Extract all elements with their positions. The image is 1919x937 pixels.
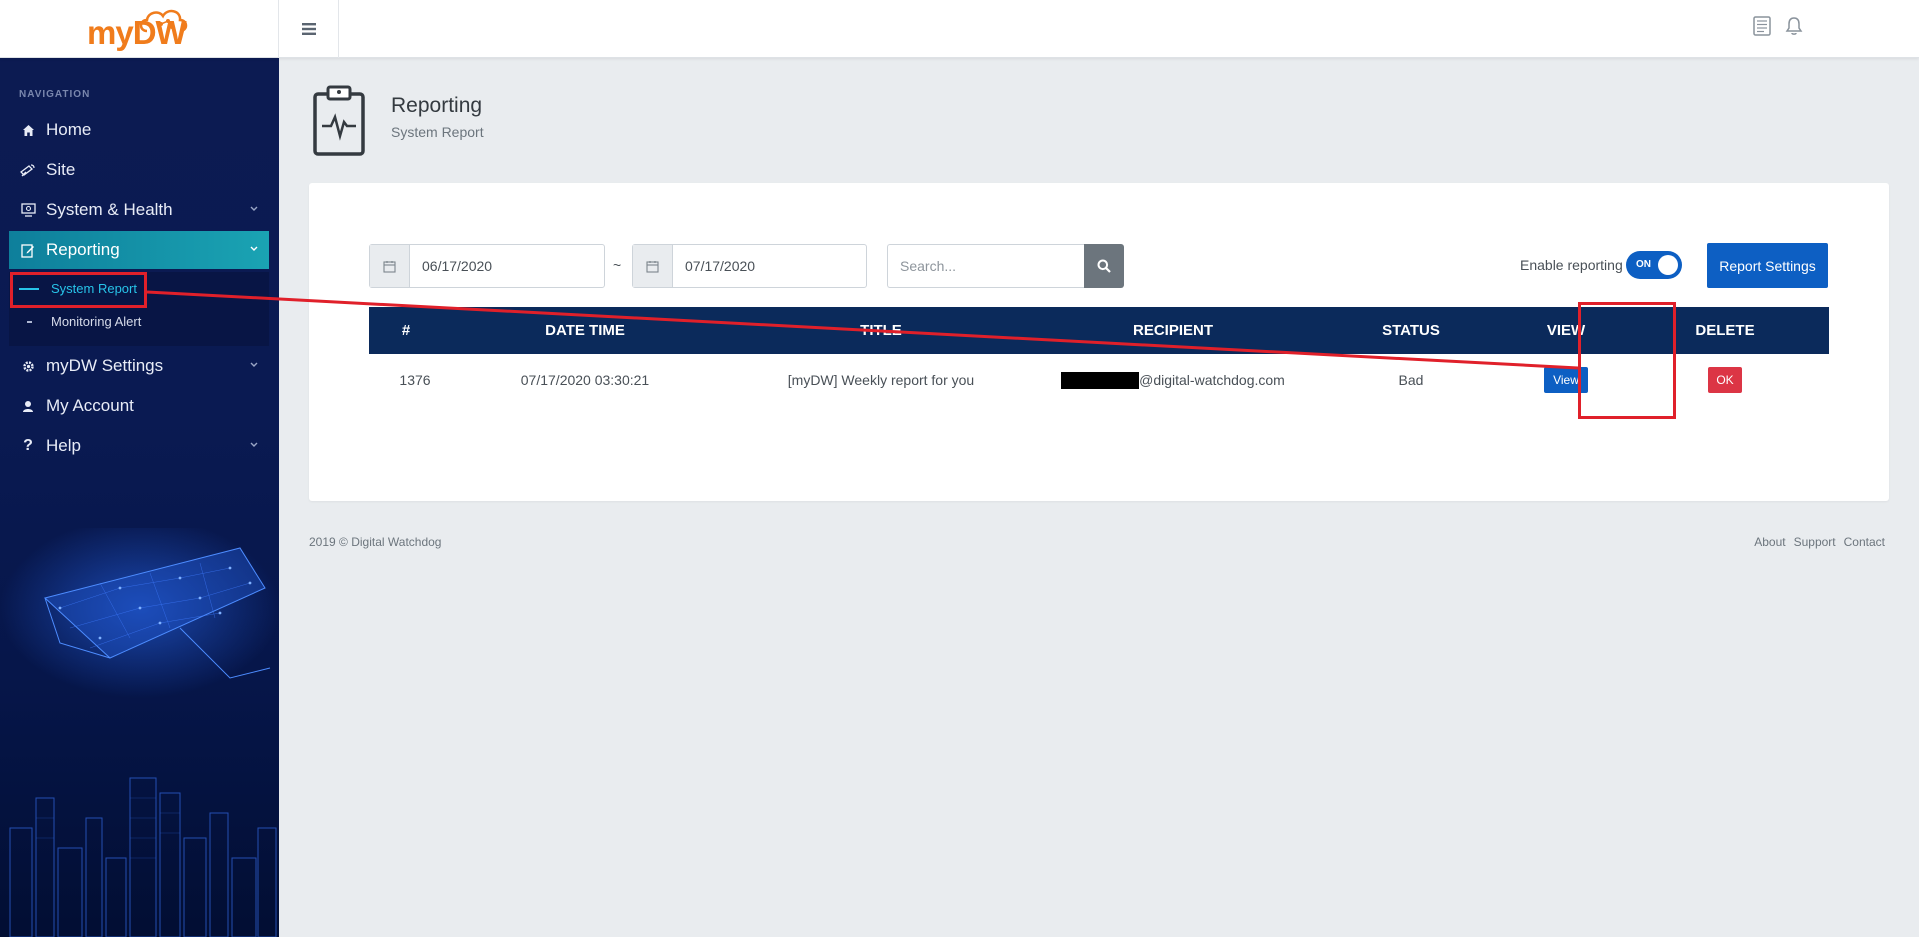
- nav-heading: NAVIGATION: [19, 89, 91, 100]
- bell-icon: [1785, 17, 1803, 35]
- dash-icon: [27, 320, 32, 323]
- cell-delete: OK: [1621, 354, 1829, 406]
- notes-button[interactable]: [1753, 16, 1771, 41]
- chevron-down-icon: [250, 362, 258, 367]
- sidebar-item-mydw-settings[interactable]: myDW Settings: [9, 347, 269, 385]
- footer-link-contact[interactable]: Contact: [1844, 535, 1885, 549]
- sidebar-item-help[interactable]: ? Help: [9, 427, 269, 465]
- page-title: Reporting: [391, 94, 483, 117]
- date-to-input[interactable]: [673, 245, 866, 287]
- delete-ok-button[interactable]: OK: [1708, 367, 1742, 393]
- top-bar: myDW: [0, 0, 1919, 58]
- enable-reporting-label: Enable reporting: [1520, 257, 1623, 273]
- table-header: # DATE TIME TITLE RECIPIENT STATUS VIEW …: [369, 307, 1829, 354]
- redacted-email-user: [1061, 371, 1140, 389]
- column-header-recipient: RECIPIENT: [1132, 322, 1213, 339]
- home-icon: [19, 124, 37, 137]
- sidebar-item-my-account[interactable]: My Account: [9, 387, 269, 425]
- footer-copyright: 2019 © Digital Watchdog: [309, 535, 442, 549]
- date-from-input[interactable]: [410, 245, 604, 287]
- page-subtitle: System Report: [391, 124, 484, 140]
- search-button[interactable]: [1084, 244, 1124, 288]
- report-settings-button[interactable]: Report Settings: [1707, 243, 1828, 288]
- sidebar: NAVIGATION Home Site System & Health Rep…: [0, 58, 279, 937]
- calendar-icon: [633, 245, 673, 287]
- sidebar-subitem-label: Monitoring Alert: [51, 314, 142, 329]
- satellite-icon: [19, 163, 37, 177]
- cell-date-time: 07/17/2020 03:30:21: [520, 372, 650, 388]
- report-card: ~ Enable reporting ON Report Settings # …: [309, 183, 1889, 501]
- logo[interactable]: myDW: [0, 0, 279, 58]
- sidebar-item-system-health[interactable]: System & Health: [9, 191, 269, 229]
- cell-recipient: @digital-watchdog.com: [1035, 354, 1311, 406]
- notifications-button[interactable]: [1785, 16, 1803, 41]
- question-icon: ?: [23, 437, 33, 454]
- column-header-date-time: DATE TIME: [545, 322, 625, 339]
- column-header-status: STATUS: [1382, 322, 1440, 339]
- hamburger-icon: [301, 23, 316, 35]
- table-row: 1376 07/17/2020 03:30:21 [myDW] Weekly r…: [369, 354, 1829, 406]
- cell-status: Bad: [1398, 372, 1424, 388]
- sidebar-item-label: System & Health: [46, 200, 173, 219]
- column-header-delete: DELETE: [1695, 322, 1755, 339]
- sidebar-item-label: myDW Settings: [46, 356, 164, 375]
- cell-view: View: [1511, 354, 1621, 406]
- toggle-state-text: ON: [1636, 259, 1651, 270]
- camera-city-illustration: [0, 528, 279, 937]
- date-separator: ~: [613, 257, 622, 273]
- footer-links: About Support Contact: [1754, 535, 1885, 549]
- sidebar-item-reporting[interactable]: Reporting: [9, 231, 269, 269]
- column-header-view: VIEW: [1546, 322, 1586, 339]
- sidebar-item-label: Help: [46, 436, 81, 455]
- search-input[interactable]: [887, 244, 1085, 288]
- enable-reporting-toggle[interactable]: ON: [1626, 251, 1682, 279]
- search-icon: [1097, 259, 1111, 273]
- clipboard-pulse-icon: [313, 85, 365, 156]
- menu-toggle-button[interactable]: [279, 0, 339, 58]
- chevron-down-icon: [250, 442, 258, 447]
- sidebar-item-site[interactable]: Site: [9, 151, 269, 189]
- notes-icon: [1753, 16, 1771, 36]
- sidebar-subitem-label: System Report: [51, 281, 137, 296]
- sidebar-item-label: Reporting: [46, 240, 120, 259]
- chevron-down-icon: [250, 206, 258, 211]
- chevron-down-icon: [250, 246, 258, 251]
- sidebar-subitem-monitoring-alert[interactable]: Monitoring Alert: [9, 305, 269, 338]
- sidebar-item-label: Home: [46, 120, 92, 139]
- sidebar-subitem-system-report[interactable]: System Report: [9, 272, 269, 305]
- footer-link-support[interactable]: Support: [1794, 535, 1836, 549]
- reporting-submenu: System Report Monitoring Alert: [9, 272, 269, 346]
- date-to-field[interactable]: [632, 244, 867, 288]
- sidebar-item-label: My Account: [46, 396, 134, 415]
- active-dash-icon: [19, 287, 39, 290]
- user-icon: [19, 400, 37, 413]
- monitor-icon: [19, 203, 37, 217]
- calendar-icon: [370, 245, 410, 287]
- sidebar-item-label: Site: [46, 160, 76, 179]
- report-table: # DATE TIME TITLE RECIPIENT STATUS VIEW …: [369, 307, 1829, 406]
- toggle-knob: [1658, 255, 1678, 275]
- column-header-title: TITLE: [860, 322, 902, 339]
- cloud-logo-icon: [139, 9, 188, 33]
- footer-link-about[interactable]: About: [1754, 535, 1785, 549]
- recipient-domain: @digital-watchdog.com: [1139, 372, 1285, 388]
- date-from-field[interactable]: [369, 244, 605, 288]
- sidebar-item-home[interactable]: Home: [9, 111, 269, 149]
- report-icon: [19, 243, 37, 258]
- column-header-number: #: [401, 322, 411, 339]
- gear-icon: [19, 360, 37, 373]
- cell-title: [myDW] Weekly report for you: [787, 372, 975, 388]
- view-button[interactable]: View: [1544, 367, 1588, 393]
